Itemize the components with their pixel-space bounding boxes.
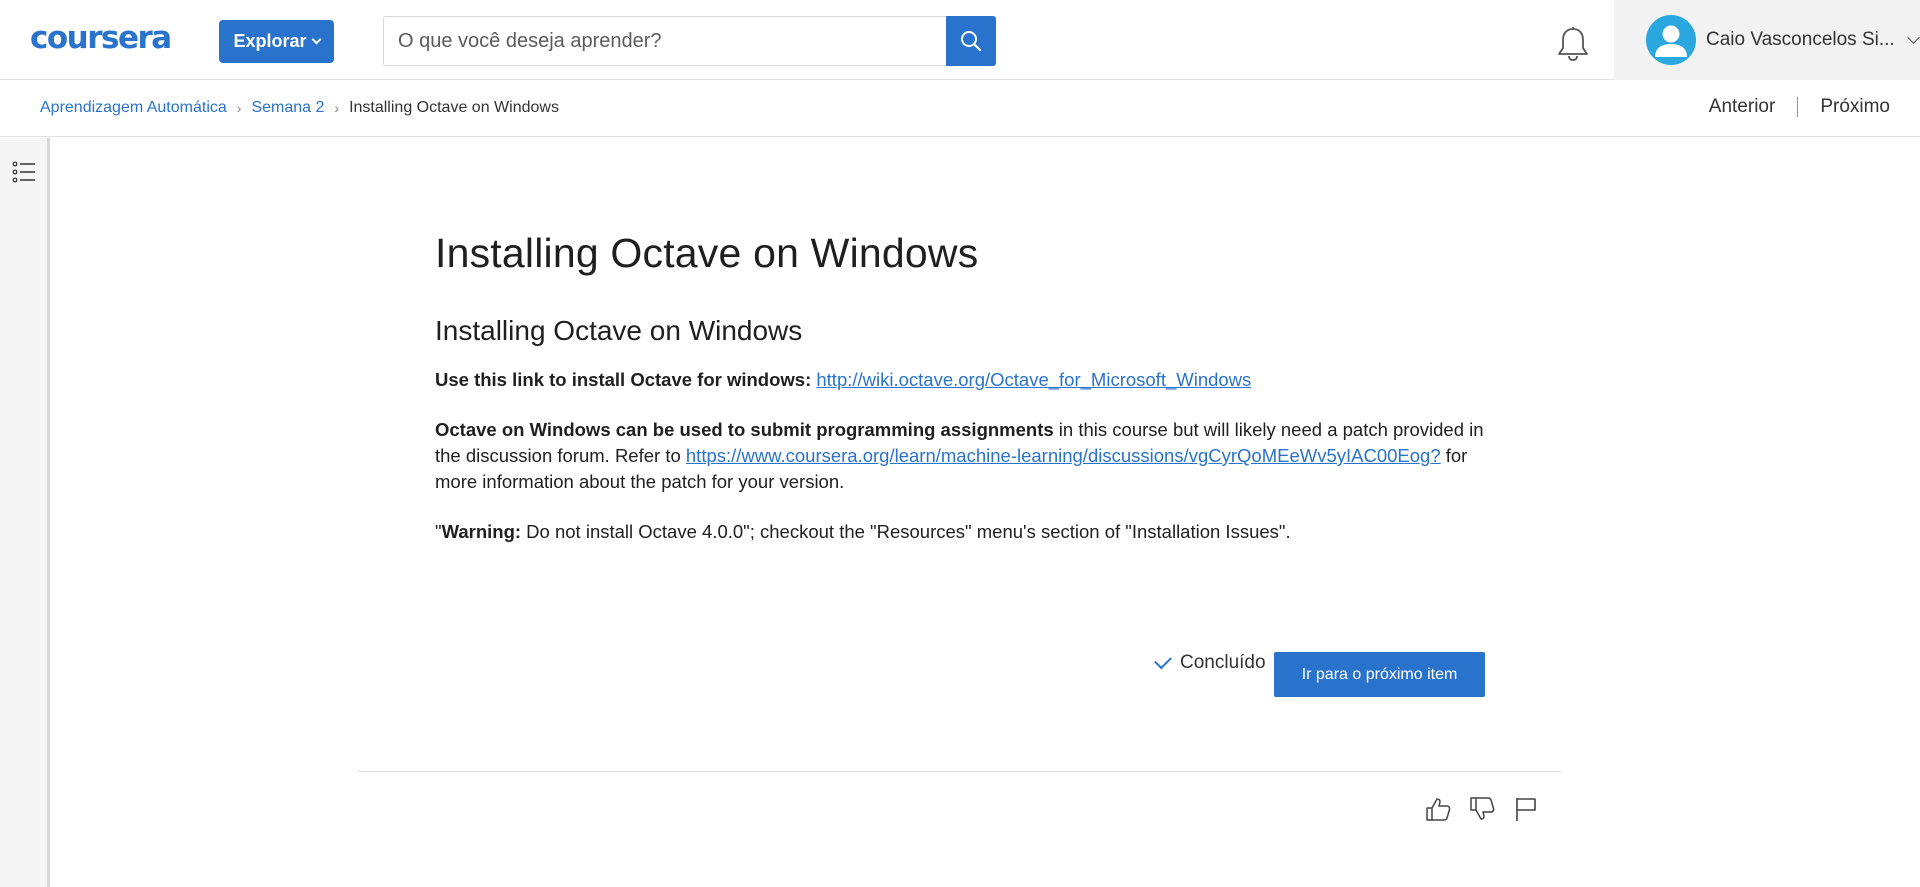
search-input[interactable] bbox=[384, 17, 946, 65]
paragraph-bold: Octave on Windows can be used to submit … bbox=[435, 419, 1054, 440]
search-box bbox=[383, 16, 996, 66]
search-button[interactable] bbox=[946, 16, 996, 66]
breadcrumb: Aprendizagem Automática › Semana 2 › Ins… bbox=[40, 99, 559, 117]
completed-status: Concluído bbox=[1154, 651, 1266, 674]
completed-label: Concluído bbox=[1180, 652, 1266, 673]
user-menu[interactable]: Caio Vasconcelos Si... bbox=[1614, 0, 1920, 80]
page-title: Installing Octave on Windows bbox=[435, 230, 979, 276]
chevron-down-icon bbox=[1906, 30, 1920, 44]
octave-wiki-link[interactable]: http://wiki.octave.org/Octave_for_Micros… bbox=[816, 369, 1251, 390]
next-item-button[interactable]: Ir para o próximo item bbox=[1274, 652, 1485, 697]
paragraph-warning: "Warning: Do not install Octave 4.0.0"; … bbox=[435, 519, 1485, 545]
breadcrumb-course[interactable]: Aprendizagem Automática bbox=[40, 99, 227, 117]
breadcrumb-bar: Aprendizagem Automática › Semana 2 › Ins… bbox=[0, 81, 1920, 137]
coursera-logo[interactable]: coursera bbox=[30, 20, 172, 56]
chevron-down-icon bbox=[311, 34, 321, 45]
next-link[interactable]: Próximo bbox=[1820, 96, 1890, 118]
search-icon bbox=[961, 31, 982, 52]
paragraph-bold: Use this link to install Octave for wind… bbox=[435, 369, 812, 390]
thumbs-up-icon[interactable] bbox=[1424, 795, 1452, 823]
paragraph-text: Do not install Octave 4.0.0"; checkout t… bbox=[521, 521, 1291, 542]
bell-icon[interactable] bbox=[1556, 26, 1590, 62]
explore-button-label: Explorar bbox=[233, 31, 307, 51]
explore-button[interactable]: Explorar bbox=[219, 20, 334, 63]
left-sidebar-rail bbox=[0, 138, 50, 887]
paragraph-install-link: Use this link to install Octave for wind… bbox=[435, 367, 1485, 393]
breadcrumb-week[interactable]: Semana 2 bbox=[251, 99, 324, 117]
paragraph-patch: Octave on Windows can be used to submit … bbox=[435, 417, 1485, 495]
quote-mark: " bbox=[435, 521, 442, 542]
user-avatar-icon bbox=[1646, 15, 1696, 65]
check-icon bbox=[1154, 651, 1172, 669]
nav-divider bbox=[1797, 97, 1799, 117]
thumbs-down-icon[interactable] bbox=[1468, 795, 1496, 823]
flag-icon[interactable] bbox=[1512, 795, 1540, 823]
discussion-forum-link[interactable]: https://www.coursera.org/learn/machine-l… bbox=[686, 445, 1441, 466]
section-heading: Installing Octave on Windows bbox=[435, 315, 803, 346]
list-icon[interactable] bbox=[12, 160, 36, 184]
item-navigation: Anterior Próximo bbox=[1709, 96, 1890, 118]
user-name: Caio Vasconcelos Si... bbox=[1706, 29, 1895, 50]
warning-label: Warning: bbox=[441, 521, 522, 542]
chevron-right-icon: › bbox=[236, 100, 242, 116]
breadcrumb-current: Installing Octave on Windows bbox=[349, 99, 559, 116]
previous-link[interactable]: Anterior bbox=[1709, 96, 1776, 118]
divider bbox=[358, 771, 1561, 772]
top-header: coursera Explorar Caio Vasconcelos Si... bbox=[0, 0, 1920, 80]
reading-content: Installing Octave on Windows Installing … bbox=[435, 230, 1485, 545]
chevron-right-icon: › bbox=[334, 100, 340, 116]
